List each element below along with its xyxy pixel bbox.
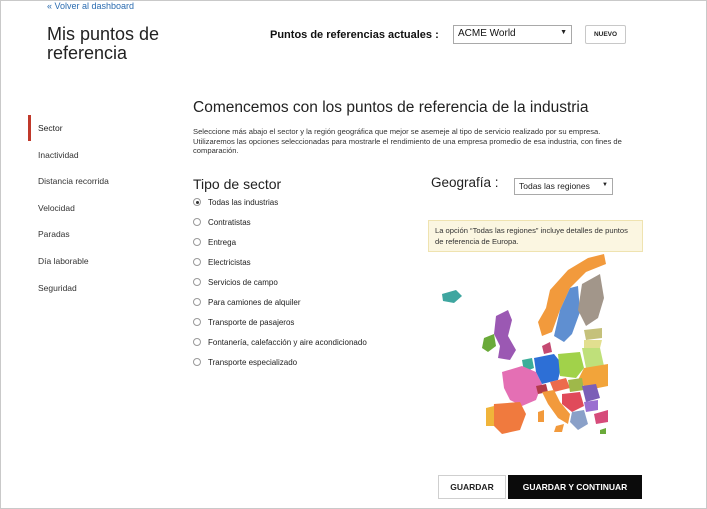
chevron-down-icon: ▼ (602, 182, 608, 188)
geography-info-box: La opción “Todas las regiones” incluye d… (428, 220, 643, 252)
radio-button[interactable] (193, 298, 201, 306)
sector-option[interactable]: Servicios de campo (193, 272, 413, 292)
sector-option[interactable]: Electricistas (193, 252, 413, 272)
save-and-continue-button[interactable]: GUARDAR Y CONTINUAR (508, 475, 642, 499)
sidebar-item-dia-laborable[interactable]: Día laborable (28, 248, 168, 275)
sector-option-label: Servicios de campo (208, 277, 278, 287)
sector-option-label: Entrega (208, 237, 237, 247)
section-heading: Comencemos con los puntos de referencia … (193, 99, 589, 116)
radio-button[interactable] (193, 358, 201, 366)
sector-option[interactable]: Todas las industrias (193, 192, 413, 212)
save-button[interactable]: GUARDAR (438, 475, 506, 499)
sector-option[interactable]: Contratistas (193, 212, 413, 232)
radio-button[interactable] (193, 218, 201, 226)
current-references-select[interactable]: ACME World ▼ (453, 25, 572, 44)
sector-option-label: Contratistas (208, 217, 251, 227)
sector-option-label: Todas las industrias (208, 197, 279, 207)
sector-option[interactable]: Entrega (193, 232, 413, 252)
sector-option[interactable]: Para camiones de alquiler (193, 292, 413, 312)
radio-button[interactable] (193, 318, 201, 326)
sidebar-item-distancia[interactable]: Distancia recorrida (28, 168, 168, 195)
geography-heading: Geografía : (431, 175, 499, 190)
sector-radio-group: Todas las industrias Contratistas Entreg… (193, 192, 413, 372)
sidebar-item-inactividad[interactable]: Inactividad (28, 142, 168, 169)
sidebar-item-label: Velocidad (38, 202, 75, 213)
europe-map (442, 254, 608, 434)
sector-option-label: Para camiones de alquiler (208, 297, 301, 307)
sidebar-item-sector[interactable]: Sector (28, 115, 168, 142)
radio-button[interactable] (193, 338, 201, 346)
radio-button[interactable] (193, 198, 201, 206)
current-references-label: Puntos de referencias actuales : (270, 29, 439, 41)
sector-option[interactable]: Fontanería, calefacción y aire acondicio… (193, 332, 413, 352)
sidebar-item-label: Seguridad (38, 282, 77, 293)
new-reference-button[interactable]: NUEVO (585, 25, 626, 44)
sector-option[interactable]: Transporte de pasajeros (193, 312, 413, 332)
current-references-value: ACME World (458, 28, 516, 39)
page-title: Mis puntos de referencia (47, 24, 160, 63)
radio-button[interactable] (193, 278, 201, 286)
sector-option-label: Transporte de pasajeros (208, 317, 295, 327)
sidebar: Sector Inactividad Distancia recorrida V… (28, 115, 168, 301)
sidebar-item-label: Día laborable (38, 255, 89, 266)
sidebar-item-seguridad[interactable]: Seguridad (28, 275, 168, 302)
sector-option-label: Transporte especializado (208, 357, 298, 367)
sector-option-label: Electricistas (208, 257, 251, 267)
sector-option-label: Fontanería, calefacción y aire acondicio… (208, 337, 367, 347)
sidebar-item-label: Distancia recorrida (38, 176, 109, 187)
sidebar-item-label: Inactividad (38, 149, 79, 160)
back-to-dashboard-link[interactable]: « Volver al dashboard (47, 1, 134, 11)
geography-selected-value: Todas las regiones (519, 181, 590, 191)
sector-type-heading: Tipo de sector (193, 176, 282, 192)
radio-button[interactable] (193, 258, 201, 266)
sidebar-item-label: Paradas (38, 229, 70, 240)
chevron-down-icon: ▼ (560, 29, 567, 36)
geography-select[interactable]: Todas las regiones ▼ (514, 178, 613, 195)
sidebar-item-velocidad[interactable]: Velocidad (28, 195, 168, 222)
sector-option[interactable]: Transporte especializado (193, 352, 413, 372)
sidebar-item-paradas[interactable]: Paradas (28, 221, 168, 248)
intro-text: Seleccione más abajo el sector y la regi… (193, 127, 622, 156)
sidebar-item-label: Sector (38, 123, 63, 133)
radio-button[interactable] (193, 238, 201, 246)
